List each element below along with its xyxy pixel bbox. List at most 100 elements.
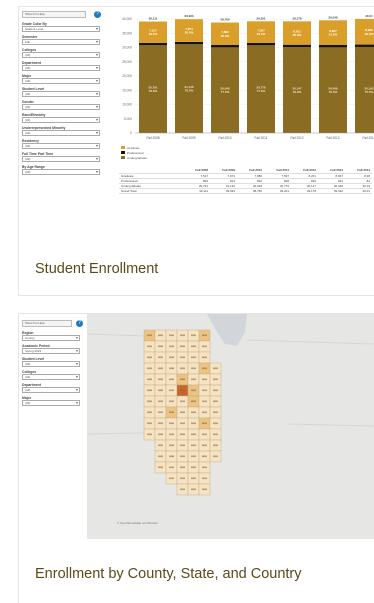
table-cell: 39,201 — [264, 188, 291, 194]
help-icon[interactable]: ? — [76, 320, 83, 327]
filter-dropdown[interactable]: (All) — [22, 400, 80, 406]
filter-dropdown[interactable]: (All) — [22, 130, 100, 136]
county-count-label — [202, 345, 207, 348]
filter-label: Region — [22, 330, 34, 335]
bar-data-label: 77.5% — [221, 90, 230, 94]
table-cell: 39,546 — [318, 188, 345, 194]
filter-dropdown-value: (All) — [25, 105, 31, 109]
filter-label: Academic Period — [22, 343, 50, 348]
filter-dropdown[interactable]: (All) — [22, 169, 100, 175]
filter-dropdown[interactable]: (All) — [22, 52, 100, 58]
county-count-label — [147, 367, 152, 370]
county-count-label — [147, 345, 152, 348]
county-count-label — [158, 389, 163, 392]
filter-dropdown[interactable]: (All) — [22, 374, 80, 380]
table-row-label: Grand Total — [119, 188, 183, 194]
bar-segment-professional[interactable] — [319, 44, 347, 48]
enrollment-map-title[interactable]: Enrollment by County, State, and Country — [35, 566, 302, 582]
legend-label: Graduate — [127, 145, 140, 150]
county-count-label — [191, 477, 196, 480]
y-tick-label: 10,000 — [122, 103, 132, 107]
show-help-button[interactable]: Show Fin Help — [22, 320, 72, 327]
filter-label: Race/Ethnicity — [22, 112, 46, 117]
filter-dropdown-value: (All) — [25, 170, 31, 174]
chevron-down-icon — [76, 402, 78, 404]
bar-total-label: 39,111 — [149, 17, 158, 21]
y-tick-label: 20,000 — [122, 74, 132, 78]
bar-segment-professional[interactable] — [139, 42, 167, 46]
county-count-label — [213, 455, 218, 458]
filter-label: Student Level — [22, 86, 45, 91]
filter-dropdown[interactable]: (All) — [22, 65, 100, 71]
filter-dropdown[interactable]: Spring 2015 — [22, 348, 80, 354]
chevron-down-icon — [96, 41, 98, 43]
county-count-label — [191, 367, 196, 370]
enrollment-filter-panel: Show Fin Help ? Grade Color By Student Le… — [22, 11, 102, 175]
bar-data-label: 75.5% — [365, 90, 374, 94]
county-count-label — [213, 400, 218, 403]
county-count-label — [213, 422, 218, 425]
chevron-down-icon — [96, 106, 98, 108]
county-count-label — [180, 422, 185, 425]
county-count-label — [169, 422, 174, 425]
bar-segment-professional[interactable] — [283, 44, 311, 48]
county-count-label — [191, 422, 196, 425]
bar-data-label: 77.9% — [257, 89, 266, 93]
filter-dropdown[interactable]: (All) — [22, 143, 100, 149]
student-enrollment-card[interactable]: Show Fin Help ? Grade Color By Student Le… — [18, 6, 374, 296]
x-tick-label: Fall 2010 — [218, 136, 231, 140]
filter-label: Major — [22, 395, 32, 400]
filter-dropdown-value: (All) — [25, 118, 31, 122]
show-help-button[interactable]: Show Fin Help — [22, 11, 86, 18]
enrollment-map-thumbnail[interactable]: Show Fin Help ? Region County Academic Per… — [19, 314, 374, 539]
county-count-label — [180, 466, 185, 469]
county-count-label — [158, 356, 163, 359]
county-count-label — [147, 334, 152, 337]
filter-dropdown[interactable]: (All) — [22, 91, 100, 97]
county-count-label — [202, 334, 207, 337]
filter-dropdown[interactable]: (All) — [22, 156, 100, 162]
county-count-label — [158, 378, 163, 381]
county-count-label — [180, 367, 185, 370]
table-cell: 39,178 — [291, 188, 318, 194]
enrollment-dashboard-thumbnail[interactable]: Show Fin Help ? Grade Color By Student Le… — [19, 7, 374, 227]
help-icon[interactable]: ? — [94, 11, 101, 18]
county-count-label — [202, 455, 207, 458]
filter-dropdown[interactable]: (All) — [22, 117, 100, 123]
county-count-label — [169, 356, 174, 359]
filter-dropdown[interactable]: Student Level — [22, 26, 100, 32]
filter-dropdown[interactable]: (All) — [22, 387, 80, 393]
filter-dropdown[interactable]: Fall — [22, 39, 100, 45]
county-count-label — [169, 367, 174, 370]
chevron-down-icon — [96, 80, 98, 82]
legend-item: Undergraduate — [121, 155, 147, 160]
filter-dropdown-value: (All) — [25, 157, 31, 161]
filter-dropdown[interactable]: County — [22, 335, 80, 341]
filter-dropdown-value: (All) — [25, 92, 31, 96]
chevron-down-icon — [76, 363, 78, 365]
filter-dropdown[interactable]: (All) — [22, 104, 100, 110]
enrollment-stacked-bar-chart: 0 5,000 10,000 15,000 20,000 25,000 30,000 35,0… — [122, 14, 374, 140]
filter-dropdown[interactable]: (All) — [22, 78, 100, 84]
filter-dropdown-value: (All) — [25, 66, 31, 70]
enrollment-map-card[interactable]: Show Fin Help ? Region County Academic Per… — [18, 313, 374, 603]
bar-segment-professional[interactable] — [211, 44, 239, 48]
county-count-label — [191, 389, 196, 392]
student-enrollment-title[interactable]: Student Enrollment — [35, 261, 158, 277]
bar-segment-professional[interactable] — [175, 41, 203, 45]
county-count-label — [180, 400, 185, 403]
county-count-label — [191, 378, 196, 381]
filter-dropdown-value: (All) — [25, 362, 31, 366]
filter-dropdown[interactable]: (All) — [22, 361, 80, 367]
county-count-label — [169, 411, 174, 414]
chevron-down-icon — [96, 93, 98, 95]
bar-segment-professional[interactable] — [355, 44, 374, 47]
county-count-label — [213, 378, 218, 381]
county-count-label — [158, 411, 163, 414]
county-count-label — [147, 433, 152, 436]
county-count-label — [147, 411, 152, 414]
county-count-label — [158, 422, 163, 425]
bar-segment-professional[interactable] — [247, 42, 275, 46]
bar-data-label: 76.9% — [293, 90, 302, 94]
chevron-down-icon — [76, 389, 78, 391]
